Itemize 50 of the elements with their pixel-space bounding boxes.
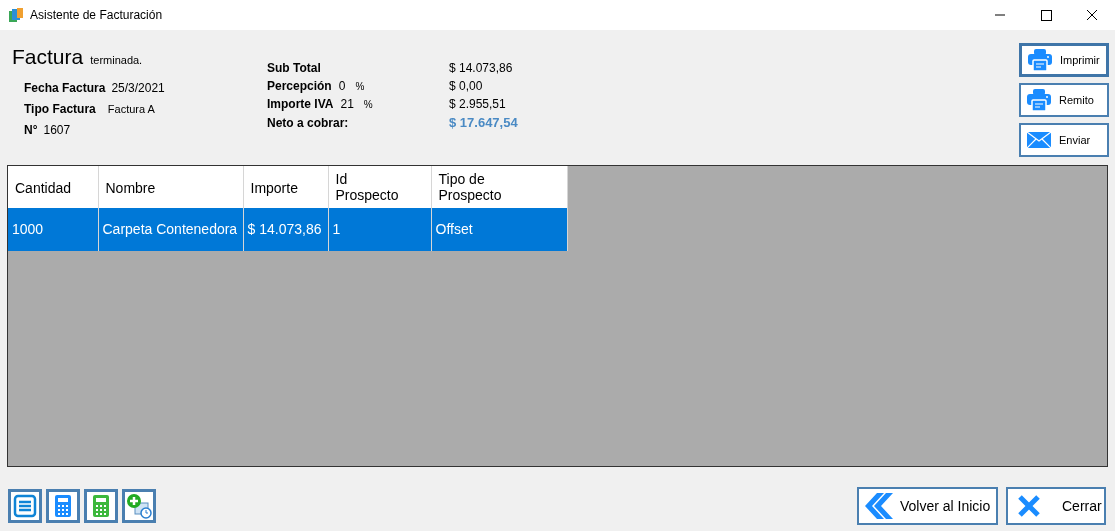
column-header[interactable]: Tipo de Prospecto (431, 166, 567, 208)
column-header[interactable]: Nombre (98, 166, 243, 208)
nav-button[interactable]: Cerrar (1006, 487, 1106, 525)
column-header[interactable]: Importe (243, 166, 328, 208)
total-label: Neto a cobrar: (267, 115, 349, 132)
column-header[interactable]: Cantidad (8, 166, 98, 208)
total-label: Importe IVA (267, 96, 334, 113)
total-value: $ 0,00 (449, 78, 483, 95)
double-chevron-icon (865, 493, 893, 519)
field-label: Fecha Factura (24, 79, 106, 97)
invoice-status: terminada. (90, 53, 143, 68)
action-button[interactable]: Remito (1019, 83, 1109, 117)
list-button[interactable] (8, 489, 42, 523)
percent-sign: % (363, 98, 373, 112)
add-calendar-icon (126, 493, 152, 519)
table-cell: $ 14.073,86 (243, 208, 328, 251)
add-calendar-button[interactable] (122, 489, 156, 523)
field-value: 25/3/2021 (111, 79, 165, 97)
envelope-icon (1027, 132, 1051, 148)
field-label: Tipo Factura (24, 100, 96, 118)
invoice-title: Factura (12, 44, 84, 70)
column-header[interactable]: Id Prospecto (328, 166, 431, 208)
table-cell: 1 (328, 208, 431, 251)
field-value: Factura A (107, 101, 155, 117)
app-icon (8, 7, 24, 23)
close-icon (1018, 495, 1040, 517)
table-cell: Carpeta Contenedora (98, 208, 243, 251)
action-button[interactable]: Enviar (1019, 123, 1109, 157)
calculator-button[interactable] (46, 489, 80, 523)
calculator-button[interactable] (84, 489, 118, 523)
field-label: N° (24, 121, 38, 139)
printer-icon (1027, 89, 1051, 111)
field-value: 1607 (43, 121, 71, 139)
list-icon (13, 494, 37, 518)
calculator-icon (90, 494, 112, 518)
table-cell: 1000 (8, 208, 98, 251)
percent-value: 0 (338, 78, 346, 95)
total-value: $ 2.955,51 (449, 96, 506, 113)
calculator-icon (52, 494, 74, 518)
total-label: Percepción (267, 78, 332, 95)
total-value: $ 14.073,86 (449, 60, 513, 77)
percent-sign: % (355, 80, 365, 94)
window-title: Asistente de Facturación (30, 7, 163, 24)
percent-value: 21 (340, 96, 354, 113)
printer-icon (1028, 49, 1052, 71)
nav-button[interactable]: Volver al Inicio (857, 487, 998, 525)
total-value: $ 17.647,54 (449, 114, 518, 132)
total-label: Sub Total (267, 60, 321, 77)
action-button[interactable]: Imprimir (1019, 43, 1109, 77)
table-cell: Offset (431, 208, 567, 251)
